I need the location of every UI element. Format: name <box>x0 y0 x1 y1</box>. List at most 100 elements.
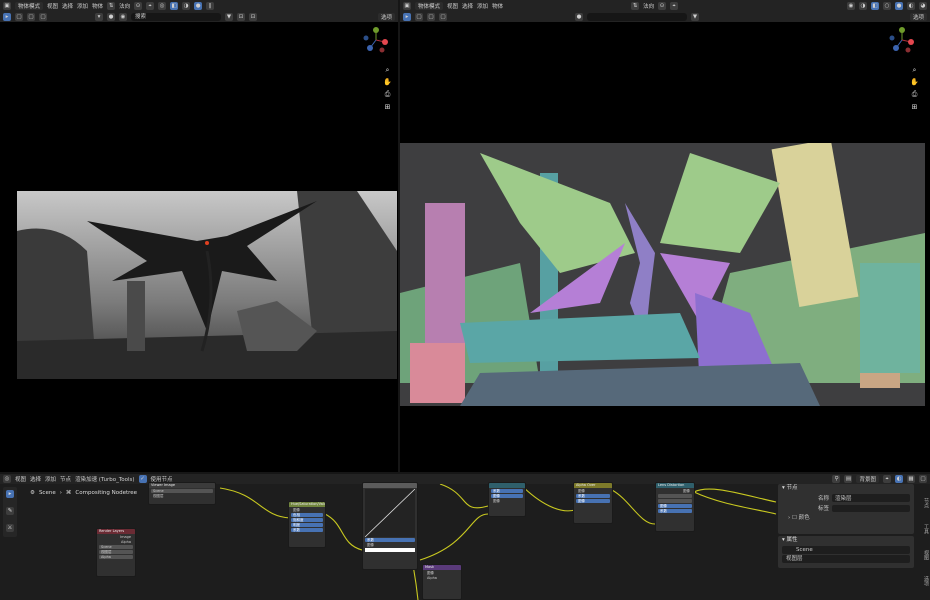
lock-icon[interactable]: ⊞ <box>910 103 919 112</box>
image-icon[interactable]: ▤ <box>844 475 853 483</box>
shading-icon[interactable]: ● <box>194 1 203 10</box>
node-editor-canvas[interactable]: ▸ ✎ ⚔ ⚙ Scene › ⌘ Compositing Nodetree V… <box>0 482 930 600</box>
search-input[interactable]: 搜索 <box>131 12 221 21</box>
globe-icon[interactable]: ● <box>575 12 583 21</box>
view-layer-select[interactable]: 视图层 <box>782 555 910 563</box>
node-field[interactable]: 图像 <box>658 504 692 508</box>
box-icon[interactable]: ⊡ <box>237 12 245 21</box>
filter-icon[interactable]: ▼ <box>225 12 233 21</box>
menu-add[interactable]: 添加 <box>77 2 88 10</box>
panel-node-header[interactable]: ▾ 节点 <box>778 484 914 493</box>
curve-graph[interactable] <box>365 489 415 537</box>
hue-field[interactable]: 色相 <box>291 513 323 517</box>
overlay-icon[interactable]: ◑ <box>182 1 191 10</box>
menu-select[interactable]: 选择 <box>62 2 73 10</box>
orientation-select[interactable]: 法向 <box>119 2 130 10</box>
box-icon[interactable]: ▢ <box>919 475 927 483</box>
node-viewer-image[interactable]: Viewer Image Scene 视图层 <box>148 482 216 505</box>
pan-hand-icon[interactable]: ✋ <box>383 78 392 87</box>
axis-gizmo-icon[interactable] <box>362 26 390 54</box>
camera-icon[interactable]: ⎙ <box>383 90 392 99</box>
node-field[interactable]: 图像 <box>576 499 610 503</box>
editor-type-icon[interactable]: ◎ <box>3 475 11 483</box>
material-shading-icon[interactable]: ◐ <box>907 1 915 10</box>
node-field[interactable]: 图像 <box>491 494 523 498</box>
node-field[interactable]: Alpha <box>99 555 133 559</box>
panel-props-header[interactable]: ▾ 属性 <box>778 536 914 545</box>
options-select[interactable]: 选项 <box>377 12 395 21</box>
menu-object[interactable]: 物体 <box>92 2 103 10</box>
backdrop-button[interactable]: 背景图 <box>856 475 879 483</box>
pin-icon[interactable]: ⚲ <box>832 475 841 483</box>
node-mask[interactable]: Mask 图像 Alpha <box>422 564 462 600</box>
menu-object[interactable]: 物体 <box>492 2 503 10</box>
name-field[interactable]: 渲染层 <box>832 494 910 502</box>
tab-node[interactable]: 节点 <box>918 498 930 508</box>
xray-icon[interactable]: ◧ <box>170 1 179 10</box>
node-field[interactable]: 视图层 <box>99 550 133 554</box>
menu-node[interactable]: 节点 <box>60 475 71 483</box>
factor-field[interactable]: 系数 <box>576 494 610 498</box>
zoom-icon[interactable]: ⌕ <box>383 66 392 75</box>
tab-view[interactable]: 视图 <box>918 550 930 560</box>
pivot-icon[interactable]: ⊙ <box>658 1 667 10</box>
lock-icon[interactable]: ⊞ <box>383 103 392 112</box>
transform-orientation-icon[interactable]: ⇅ <box>631 1 640 10</box>
left-viewport[interactable]: ⌕ ✋ ⎙ ⊞ <box>0 22 398 472</box>
filter-icon[interactable]: ▾ <box>95 12 103 21</box>
globe-icon[interactable]: ● <box>107 12 115 21</box>
node-rgb-curves[interactable]: 系数 图像 <box>362 482 418 570</box>
mode-select[interactable]: 物体模式 <box>415 1 444 10</box>
box-icon[interactable]: ▢ <box>27 12 35 21</box>
render-shading-icon[interactable]: ◕ <box>919 1 927 10</box>
orientation-select[interactable]: 法向 <box>643 2 654 10</box>
menu-view[interactable]: 视图 <box>15 475 26 483</box>
editor-type-icon[interactable]: ▣ <box>3 1 11 10</box>
visibility-icon[interactable]: ◉ <box>847 1 855 10</box>
snap-icon[interactable]: ⌖ <box>146 1 155 10</box>
menu-select[interactable]: 选择 <box>462 2 473 10</box>
factor-field[interactable]: 系数 <box>658 509 692 513</box>
menu-view[interactable]: 视图 <box>447 2 458 10</box>
node-render-layers[interactable]: Render Layers Image Alpha Scene 视图层 Alph… <box>96 528 136 577</box>
menu-view[interactable]: 视图 <box>47 2 58 10</box>
box-icon[interactable]: ▢ <box>427 12 435 21</box>
mode-select[interactable]: 物体模式 <box>15 1 44 10</box>
axis-gizmo-icon[interactable] <box>888 26 916 54</box>
wireframe-shading-icon[interactable]: ○ <box>883 1 891 10</box>
right-viewport[interactable]: ⌕ ✋ ⎙ ⊞ <box>400 22 930 472</box>
scene-select[interactable]: Scene <box>782 546 910 554</box>
editor-type-icon[interactable]: ▣ <box>403 1 411 10</box>
camera-icon[interactable]: ⎙ <box>910 90 919 99</box>
xray-icon[interactable]: ◧ <box>871 1 879 10</box>
factor-field[interactable]: 系数 <box>365 538 415 542</box>
menu-add[interactable]: 添加 <box>45 475 56 483</box>
overlay-icon[interactable]: ◐ <box>895 475 903 483</box>
node-alpha-over[interactable]: Alpha Over 图像 系数 图像 <box>573 482 613 524</box>
image-icon[interactable]: ▦ <box>907 475 915 483</box>
render-accel-menu[interactable]: 渲染加速 (Turbo_Tools) <box>75 475 134 483</box>
panel-color-header[interactable]: › ☐ 颜色 <box>778 513 914 523</box>
box-icon[interactable]: ▢ <box>439 12 447 21</box>
node-mix[interactable]: 系数 图像 图像 <box>488 482 526 517</box>
white-color-field[interactable] <box>365 548 415 552</box>
factor-field[interactable]: 系数 <box>291 528 323 532</box>
tab-options[interactable]: 选项 <box>918 576 930 586</box>
box-icon[interactable]: ▢ <box>415 12 423 21</box>
filter-icon[interactable]: ◉ <box>119 12 127 21</box>
menu-add[interactable]: 添加 <box>477 2 488 10</box>
node-hue-saturation[interactable]: Hue/Saturation/Value 图像 色相 饱和度 明度 系数 <box>288 501 326 548</box>
options-select[interactable]: 选项 <box>909 12 927 21</box>
node-lens-distortion[interactable]: Lens Distortion 图像 图像 系数 <box>655 482 695 532</box>
checkbox-field[interactable] <box>658 499 692 503</box>
box-icon[interactable]: ▢ <box>39 12 47 21</box>
overlay-icon[interactable]: ◑ <box>859 1 867 10</box>
snap-icon[interactable]: ⌖ <box>670 1 679 10</box>
tab-tool[interactable]: 工具 <box>918 524 930 534</box>
proportional-icon[interactable]: ◎ <box>158 1 167 10</box>
snap-icon[interactable]: ⌖ <box>883 475 891 483</box>
search-input[interactable] <box>587 12 687 21</box>
pivot-icon[interactable]: ⊙ <box>134 1 143 10</box>
checkbox-icon[interactable]: ✓ <box>138 475 147 483</box>
box-icon[interactable]: ▢ <box>15 12 23 21</box>
